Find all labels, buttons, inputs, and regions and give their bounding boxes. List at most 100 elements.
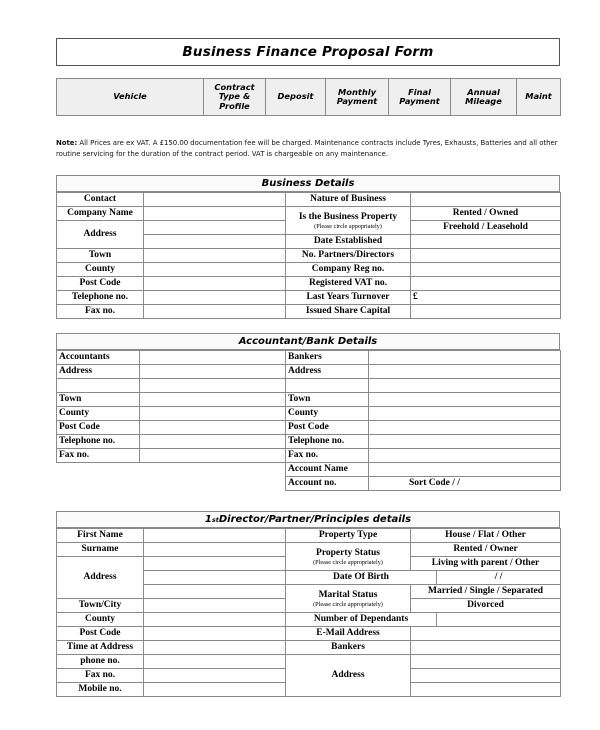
label-marital-status: Marital Status (Please circle appropriat… xyxy=(284,584,412,613)
value-living-with-parent[interactable]: Living with parent / Other xyxy=(410,556,562,571)
input-bankers-post-code[interactable] xyxy=(368,420,561,435)
input-number-of-dependants[interactable] xyxy=(436,612,562,627)
input-bankers-town[interactable] xyxy=(368,392,561,407)
empty-cell xyxy=(139,476,286,491)
table-row: Town Town xyxy=(56,392,561,407)
input-accountants-town[interactable] xyxy=(139,392,286,407)
table-row: Town No. Partners/Directors xyxy=(56,248,561,263)
marital-status-text: Marital Status xyxy=(318,589,378,600)
table-row: County Number of Dependants xyxy=(56,612,562,627)
value-rented-owned[interactable]: Rented / Owned xyxy=(410,206,561,221)
input-surname[interactable] xyxy=(143,542,286,557)
vehicle-header-row: Vehicle Contract Type & Profile Deposit … xyxy=(56,78,561,116)
label-issued-share-capital: Issued Share Capital xyxy=(285,304,411,319)
input-company-reg-no[interactable] xyxy=(410,262,561,277)
director-details-heading: 1st Director/Partner/Principles details xyxy=(56,511,560,528)
table-row: Telephone no. Telephone no. xyxy=(56,434,561,449)
label-first-name: First Name xyxy=(56,528,144,543)
input-date-established[interactable] xyxy=(410,234,561,249)
label-accountants-post-code: Post Code xyxy=(56,420,140,435)
input-director-address-1[interactable] xyxy=(143,556,286,571)
vehicle-col-annual-mileage: Annual Mileage xyxy=(450,78,517,116)
input-bankers-county[interactable] xyxy=(368,406,561,421)
input-bankers-fax[interactable] xyxy=(368,448,561,463)
vehicle-col-maint: Maint xyxy=(516,78,561,116)
label-county: County xyxy=(56,262,144,277)
input-fax-no[interactable] xyxy=(143,304,286,319)
input-director-fax-no[interactable] xyxy=(143,668,286,683)
table-row xyxy=(56,378,561,393)
input-accountants-address-1[interactable] xyxy=(139,364,286,379)
value-marital-line-2[interactable]: Divorced xyxy=(410,598,562,613)
label-director-county: County xyxy=(56,612,144,627)
input-account-name[interactable] xyxy=(368,462,561,477)
label-mobile-no: Mobile no. xyxy=(56,682,144,697)
vehicle-col-deposit: Deposit xyxy=(265,78,326,116)
input-account-no-sort-code[interactable]: Sort Code / / xyxy=(368,476,561,491)
director-heading-sup: st xyxy=(211,515,219,524)
input-bankers-address-1[interactable] xyxy=(368,364,561,379)
input-accountants-telephone[interactable] xyxy=(139,434,286,449)
note-paragraph: Note: All Prices are ex VAT. A £150.00 d… xyxy=(56,138,560,159)
input-accountants-county[interactable] xyxy=(139,406,286,421)
input-email-address[interactable] xyxy=(410,626,562,641)
input-address-line-2[interactable] xyxy=(143,234,286,249)
input-accountants-address-2[interactable] xyxy=(139,378,286,393)
input-no-partners-directors[interactable] xyxy=(410,248,561,263)
input-director-county[interactable] xyxy=(143,612,286,627)
input-accountants-name[interactable] xyxy=(139,350,286,365)
business-details-heading: Business Details xyxy=(56,175,560,192)
input-nature-of-business[interactable] xyxy=(410,192,561,207)
input-post-code[interactable] xyxy=(143,276,286,291)
input-director-bank-address-2[interactable] xyxy=(410,668,562,683)
input-bankers-address-2[interactable] xyxy=(368,378,561,393)
accountant-bank-table: Accountants Bankers Address Address Town xyxy=(56,350,561,491)
input-director-bank-address-3[interactable] xyxy=(410,682,562,697)
input-accountants-fax[interactable] xyxy=(139,448,286,463)
input-contact[interactable] xyxy=(143,192,286,207)
value-house-flat-other[interactable]: House / Flat / Other xyxy=(410,528,562,543)
input-mobile-no[interactable] xyxy=(143,682,286,697)
input-town[interactable] xyxy=(143,248,286,263)
value-rented-owner[interactable]: Rented / Owner xyxy=(410,542,562,557)
director-details-section: 1st Director/Partner/Principles details … xyxy=(56,511,562,697)
input-accountants-post-code[interactable] xyxy=(139,420,286,435)
input-director-bank-address-1[interactable] xyxy=(410,654,562,669)
label-director-bank-address: Address xyxy=(284,654,412,697)
input-county[interactable] xyxy=(143,262,286,277)
input-telephone-no[interactable] xyxy=(143,290,286,305)
input-director-address-2[interactable] xyxy=(143,570,286,585)
input-issued-share-capital[interactable] xyxy=(410,304,561,319)
input-last-years-turnover[interactable]: £ xyxy=(410,290,561,305)
input-address-line-1[interactable] xyxy=(143,220,286,235)
label-address: Address xyxy=(56,220,144,249)
input-date-of-birth[interactable]: / / xyxy=(436,570,562,585)
input-time-at-address[interactable] xyxy=(143,640,286,655)
vehicle-col-contract-type: Contract Type & Profile xyxy=(203,78,266,116)
label-no-partners-directors: No. Partners/Directors xyxy=(285,248,411,263)
label-director-address: Address xyxy=(56,556,144,599)
label-bankers-telephone: Telephone no. xyxy=(285,434,369,449)
label-number-of-dependants: Number of Dependants xyxy=(284,612,438,627)
label-accountants-county: County xyxy=(56,406,140,421)
value-marital-line-1[interactable]: Married / Single / Separated xyxy=(410,584,562,599)
label-accountants-telephone: Telephone no. xyxy=(56,434,140,449)
input-bankers-telephone[interactable] xyxy=(368,434,561,449)
business-details-table: Contact Nature of Business Company Name … xyxy=(56,192,561,319)
label-town: Town xyxy=(56,248,144,263)
input-director-address-3[interactable] xyxy=(143,584,286,599)
table-row: Account Name xyxy=(56,462,561,477)
value-freehold-leasehold[interactable]: Freehold / Leasehold xyxy=(410,220,561,235)
input-bankers-name[interactable] xyxy=(368,350,561,365)
input-first-name[interactable] xyxy=(143,528,286,543)
input-registered-vat-no[interactable] xyxy=(410,276,561,291)
input-phone-no[interactable] xyxy=(143,654,286,669)
input-director-post-code[interactable] xyxy=(143,626,286,641)
input-director-bankers[interactable] xyxy=(410,640,562,655)
input-town-city[interactable] xyxy=(143,598,286,613)
input-company-name[interactable] xyxy=(143,206,286,221)
empty-cell xyxy=(56,462,140,477)
table-row: Accountants Bankers xyxy=(56,350,561,365)
